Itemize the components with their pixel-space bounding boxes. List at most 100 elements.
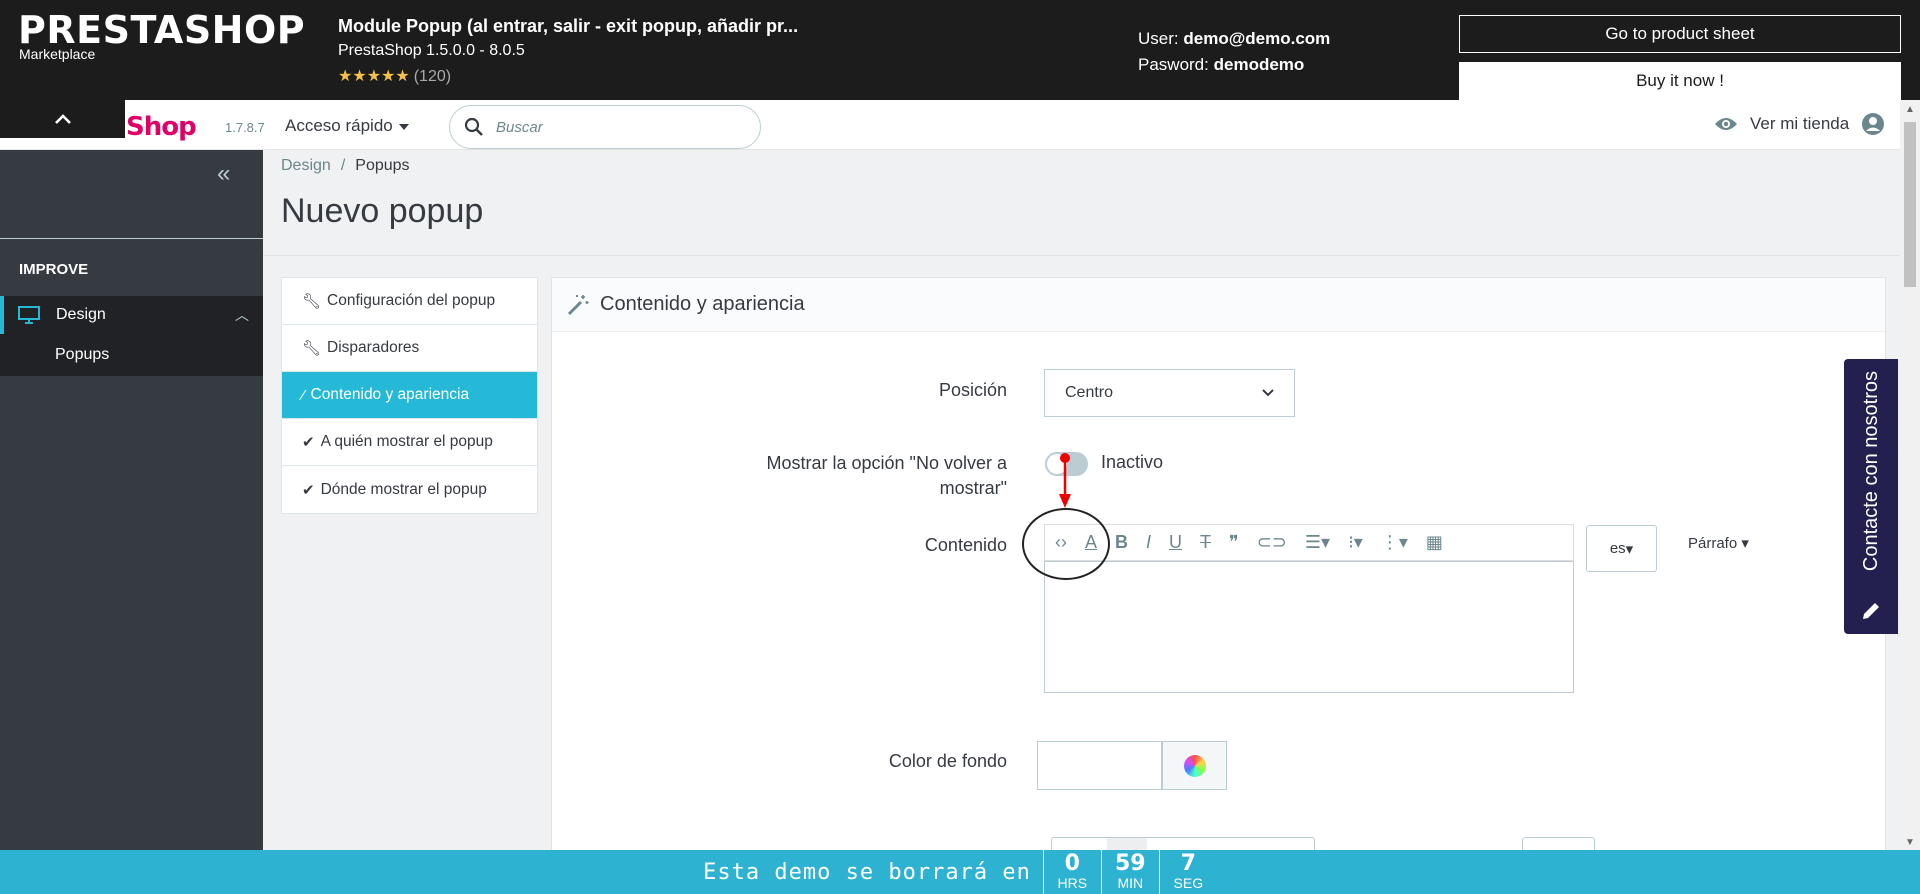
search-box[interactable] bbox=[449, 105, 761, 149]
tab-disparadores[interactable]: 🔧︎ Disparadores bbox=[282, 325, 537, 372]
chevron-up-icon: ︿ bbox=[235, 307, 249, 323]
hours-label: HRS bbox=[1057, 875, 1088, 891]
position-select[interactable]: Centro bbox=[1044, 369, 1295, 417]
position-value: Centro bbox=[1065, 384, 1114, 401]
seconds-label: SEG bbox=[1173, 875, 1204, 891]
collapse-sidebar-icon[interactable]: « bbox=[217, 160, 230, 188]
quote-icon[interactable]: ❞ bbox=[1229, 532, 1239, 553]
italic-icon[interactable]: I bbox=[1146, 532, 1151, 553]
user-value: demo@demo.com bbox=[1183, 29, 1331, 48]
language-dropdown[interactable]: es ▾ bbox=[1586, 525, 1657, 572]
sidebar-item-popups[interactable]: Popups bbox=[0, 334, 263, 376]
account-icon[interactable] bbox=[1861, 112, 1885, 136]
countdown-text: Esta demo se borrará en bbox=[703, 859, 1031, 885]
marketplace-subtitle: Marketplace bbox=[19, 46, 96, 62]
color-wheel-icon bbox=[1183, 754, 1206, 777]
scroll-thumb[interactable] bbox=[1904, 122, 1916, 287]
countdown-hours: 0 HRS bbox=[1042, 850, 1101, 894]
tab-label: Configuración del popup bbox=[327, 292, 496, 309]
pencil-icon bbox=[1863, 603, 1879, 619]
panel-title: Contenido y apariencia bbox=[600, 293, 805, 315]
no-show-label: Mostrar la opción "No volver a mostrar" bbox=[766, 453, 1008, 498]
language-label: es bbox=[1609, 540, 1626, 557]
tab-donde[interactable]: ✔ Dónde mostrar el popup bbox=[282, 466, 537, 513]
ps-version: 1.7.8.7 bbox=[225, 120, 265, 135]
tab-configuracion[interactable]: 🔧︎ Configuración del popup bbox=[282, 278, 537, 325]
countdown-minutes: 59 MIN bbox=[1100, 850, 1159, 894]
minutes-value: 59 bbox=[1115, 851, 1146, 876]
view-store-label: Ver mi tienda bbox=[1750, 114, 1850, 133]
caret-down-icon: ▾ bbox=[1741, 535, 1749, 552]
highlight-ellipse bbox=[1022, 508, 1110, 580]
paragraph-label: Párrafo bbox=[1688, 535, 1738, 552]
contact-us-label: Contacte con nosotros bbox=[1859, 371, 1882, 572]
quick-access-label: Acceso rápido bbox=[285, 116, 393, 135]
config-tabs: 🔧︎ Configuración del popup 🔧︎ Disparadores… bbox=[281, 277, 538, 514]
underline-icon[interactable]: U bbox=[1169, 532, 1182, 553]
monitor-icon bbox=[18, 306, 40, 324]
bg-color-input[interactable] bbox=[1037, 741, 1162, 790]
page-scrollbar[interactable]: ▲ ▼ bbox=[1900, 100, 1920, 850]
content-editor[interactable] bbox=[1044, 561, 1574, 693]
module-title: Module Popup (al entrar, salir - exit po… bbox=[338, 16, 799, 36]
countdown-seconds: 7 SEG bbox=[1158, 850, 1217, 894]
red-arrow-icon bbox=[1059, 453, 1071, 508]
editor-toolbar: ‹› A B I U T ❞ ⊂⊃ ☰▾ ⁝▾ ⋮▾ ▦ bbox=[1044, 524, 1574, 561]
product-sheet-button[interactable]: Go to product sheet bbox=[1459, 15, 1901, 53]
collapse-bar-button[interactable] bbox=[0, 100, 125, 138]
tab-a-quien[interactable]: ✔ A quién mostrar el popup bbox=[282, 419, 537, 466]
tab-label: Contenido y apariencia bbox=[310, 386, 470, 403]
buy-button[interactable]: Buy it now ! bbox=[1459, 62, 1901, 100]
minutes-label: MIN bbox=[1117, 875, 1144, 891]
sidebar: « IMPROVE Design ︿ Popups bbox=[0, 150, 263, 850]
tab-contenido[interactable]: ⁄ Contenido y apariencia bbox=[282, 372, 537, 419]
scroll-down-icon[interactable]: ▼ bbox=[1905, 837, 1915, 848]
table-icon[interactable]: ▦ bbox=[1426, 532, 1443, 553]
check-icon: ✔ bbox=[302, 481, 315, 499]
contact-us-tab[interactable]: Contacte con nosotros bbox=[1844, 359, 1898, 634]
rating: ★★★★★ (120) bbox=[338, 66, 451, 86]
magic-wand-icon: ⁄ bbox=[302, 386, 305, 404]
breadcrumb-separator: / bbox=[340, 157, 346, 174]
bg-color-label: Color de fondo bbox=[888, 751, 1007, 771]
chevron-up-icon bbox=[54, 114, 71, 124]
strikethrough-icon[interactable]: T bbox=[1200, 532, 1211, 553]
scroll-up-icon[interactable]: ▲ bbox=[1905, 104, 1915, 115]
color-picker-button[interactable] bbox=[1162, 741, 1227, 790]
module-version: PrestaShop 1.5.0.0 - 8.0.5 bbox=[338, 42, 525, 59]
marketplace-bar: PRESTASHOP Marketplace Module Popup (al … bbox=[0, 0, 1920, 100]
numbered-list-icon[interactable]: ⋮▾ bbox=[1381, 532, 1408, 553]
tab-label: A quién mostrar el popup bbox=[320, 433, 493, 450]
toggle-state: Inactivo bbox=[1101, 452, 1164, 472]
view-store-link[interactable]: Ver mi tienda bbox=[1714, 112, 1885, 136]
header-divider bbox=[263, 255, 1900, 256]
link-icon[interactable]: ⊂⊃ bbox=[1257, 532, 1287, 553]
rating-stars-icon: ★★★★★ bbox=[338, 68, 410, 85]
wrench-icon: 🔧︎ bbox=[302, 340, 322, 357]
align-icon[interactable]: ☰▾ bbox=[1305, 532, 1330, 553]
position-label: Posición bbox=[938, 380, 1007, 400]
chevron-down-icon bbox=[1262, 389, 1274, 397]
sidebar-divider bbox=[0, 238, 263, 239]
demo-credentials: User: demo@demo.com Pasword: demodemo bbox=[1138, 26, 1330, 78]
search-input[interactable] bbox=[496, 118, 726, 136]
content-label: Contenido bbox=[924, 535, 1007, 555]
tab-label: Disparadores bbox=[327, 339, 420, 356]
password-label: Pasword: bbox=[1138, 55, 1209, 74]
bullet-list-icon[interactable]: ⁝▾ bbox=[1348, 532, 1363, 553]
eye-icon bbox=[1715, 118, 1737, 130]
seconds-value: 7 bbox=[1180, 851, 1196, 876]
breadcrumb-design[interactable]: Design bbox=[281, 157, 331, 174]
bold-icon[interactable]: B bbox=[1115, 532, 1128, 553]
wrench-icon: 🔧︎ bbox=[302, 293, 322, 310]
password-value: demodemo bbox=[1213, 55, 1305, 74]
demo-countdown-bar: Esta demo se borrará en 0 HRS 59 MIN 7 SEG bbox=[0, 850, 1920, 894]
rating-count: (120) bbox=[413, 68, 452, 85]
quick-access-menu[interactable]: Acceso rápido bbox=[285, 116, 409, 136]
check-icon: ✔ bbox=[302, 434, 315, 451]
tab-label: Dónde mostrar el popup bbox=[320, 480, 487, 498]
sidebar-item-design[interactable]: Design ︿ bbox=[0, 296, 263, 334]
hours-value: 0 bbox=[1064, 851, 1080, 876]
caret-down-icon: ▾ bbox=[1625, 540, 1634, 558]
paragraph-format[interactable]: Párrafo ▾ bbox=[1688, 534, 1749, 552]
